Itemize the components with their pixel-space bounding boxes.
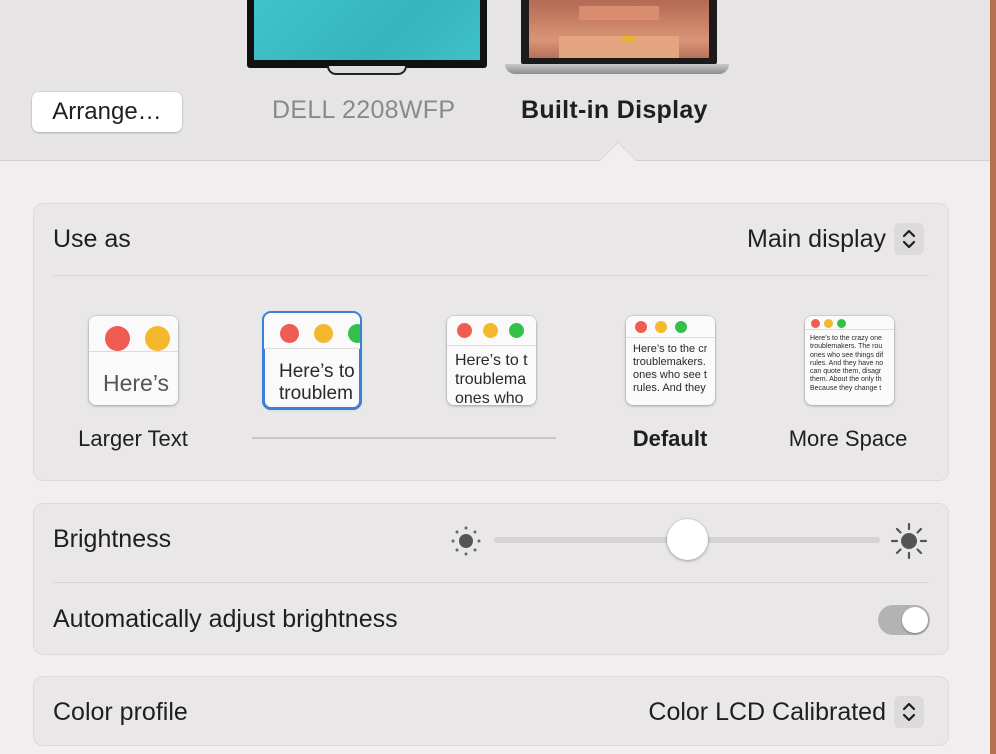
updown-chevron-icon bbox=[894, 696, 924, 728]
external-monitor-icon[interactable] bbox=[247, 0, 487, 68]
zoom-light-icon bbox=[348, 324, 360, 343]
close-light-icon bbox=[105, 326, 130, 351]
selection-pointer bbox=[600, 143, 636, 161]
external-monitor-screen bbox=[254, 0, 480, 60]
resolution-scale-line bbox=[252, 437, 556, 439]
resolution-preview-text: Here’s to the cr troublemakers. ones who… bbox=[633, 343, 708, 394]
brightness-slider-knob[interactable] bbox=[667, 519, 708, 560]
zoom-light-icon bbox=[675, 321, 687, 333]
close-light-icon bbox=[635, 321, 647, 333]
brightness-divider bbox=[53, 582, 929, 583]
resolution-label-default: Default bbox=[632, 426, 708, 451]
resolution-preview-text: Here’s to the crazy one troublemakers. T… bbox=[810, 335, 884, 392]
close-light-icon bbox=[811, 319, 820, 328]
resolution-option-default[interactable]: Here’s to the cr troublemakers. ones who… bbox=[626, 316, 715, 405]
display-tab-dell[interactable]: DELL 2208WFP bbox=[272, 96, 455, 125]
use-as-label: Use as bbox=[53, 225, 131, 253]
minimize-light-icon bbox=[483, 323, 498, 338]
updown-chevron-icon bbox=[894, 223, 924, 255]
minimize-light-icon bbox=[824, 319, 833, 328]
close-light-icon bbox=[280, 324, 299, 343]
resolution-option-2[interactable]: Here’s to troublem bbox=[262, 311, 362, 410]
brightness-label: Brightness bbox=[53, 525, 172, 553]
resolution-option-larger-text[interactable]: Here’s bbox=[89, 316, 178, 405]
auto-brightness-label: Automatically adjust brightness bbox=[53, 605, 398, 633]
use-as-popup[interactable]: Main display bbox=[747, 223, 924, 255]
sun-large-icon bbox=[890, 522, 928, 560]
resolution-preview-text: Here’s bbox=[103, 370, 170, 396]
monitor-stand-icon bbox=[327, 66, 407, 75]
resolution-option-3[interactable]: Here’s to t troublema ones who bbox=[447, 316, 536, 405]
arrange-button[interactable]: Arrange… bbox=[32, 92, 182, 132]
resolution-option-more-space[interactable]: Here’s to the crazy one troublemakers. T… bbox=[805, 316, 894, 405]
sun-small-icon bbox=[451, 526, 481, 556]
color-profile-label: Color profile bbox=[53, 698, 188, 726]
brightness-panel: Brightness Automatically adjust brightne… bbox=[33, 503, 949, 655]
color-profile-panel: Color profile Color LCD Calibrated bbox=[33, 676, 949, 746]
resolution-preview-text: Here’s to troublem bbox=[279, 361, 355, 405]
use-as-value: Main display bbox=[747, 224, 886, 253]
display-tab-built-in[interactable]: Built-in Display bbox=[521, 96, 708, 125]
toggle-knob bbox=[902, 607, 928, 633]
auto-brightness-toggle[interactable] bbox=[878, 605, 930, 635]
laptop-screen bbox=[529, 0, 709, 58]
close-light-icon bbox=[457, 323, 472, 338]
use-as-divider bbox=[53, 275, 929, 276]
resolution-label-larger-text: Larger Text bbox=[78, 426, 188, 451]
zoom-light-icon bbox=[837, 319, 846, 328]
color-profile-value: Color LCD Calibrated bbox=[648, 697, 886, 726]
window-edge bbox=[990, 0, 996, 754]
resolution-preview-text: Here’s to t troublema ones who bbox=[455, 352, 528, 405]
laptop-base-icon bbox=[505, 64, 729, 74]
minimize-light-icon bbox=[655, 321, 667, 333]
display-arrangement-header bbox=[0, 0, 990, 161]
minimize-light-icon bbox=[314, 324, 333, 343]
zoom-light-icon bbox=[509, 323, 524, 338]
laptop-icon[interactable] bbox=[521, 0, 717, 64]
minimize-light-icon bbox=[145, 326, 170, 351]
resolution-label-more-space: More Space bbox=[788, 426, 908, 451]
color-profile-popup[interactable]: Color LCD Calibrated bbox=[648, 696, 924, 728]
